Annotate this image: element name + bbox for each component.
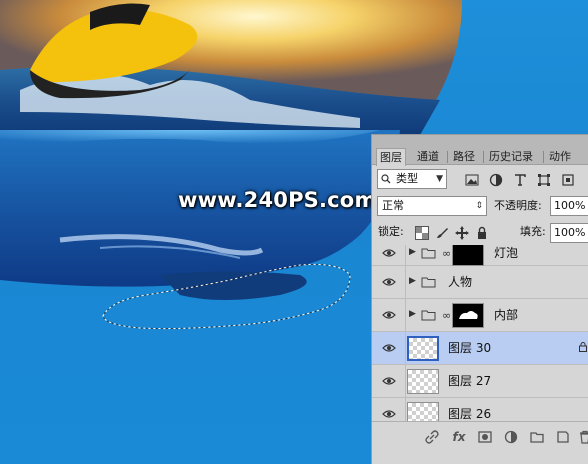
fill-label: 填充: <box>520 225 546 238</box>
filter-adjustment-icon[interactable] <box>489 173 503 187</box>
layer-row-30[interactable]: 图层 30 <box>372 332 588 365</box>
chain-link-icon: ∞ <box>442 247 452 260</box>
layer-thumbnail[interactable] <box>407 369 439 394</box>
panel-tab-bar: 图层 通道 路径 历史记录 动作 <box>372 135 588 166</box>
tab-channels[interactable]: 通道 <box>414 148 442 165</box>
layer-row-group-bulb[interactable]: ▶ ∞ 灯泡 <box>372 245 588 266</box>
layer-mask-thumbnail[interactable] <box>452 245 484 266</box>
expand-arrow-icon[interactable]: ▶ <box>409 276 416 286</box>
tab-layers[interactable]: 图层 <box>376 148 406 166</box>
layer-name: 图层 27 <box>448 374 492 388</box>
lock-transparent-pixels-icon[interactable] <box>415 226 429 240</box>
layer-thumbnail[interactable] <box>407 402 439 421</box>
tab-divider <box>543 151 544 163</box>
chain-link-icon: ∞ <box>442 309 452 322</box>
adjustment-layer-icon[interactable] <box>504 430 518 444</box>
filter-smart-object-icon[interactable] <box>561 173 575 187</box>
layer-row-27[interactable]: 图层 27 <box>372 365 588 398</box>
layer-name: 内部 <box>494 308 519 322</box>
fill-input[interactable]: 100% <box>550 223 588 243</box>
row-divider <box>405 245 406 266</box>
folder-icon <box>421 310 436 321</box>
group-folder-icon[interactable] <box>530 430 544 444</box>
trash-icon[interactable] <box>578 430 588 444</box>
visibility-eye-icon[interactable] <box>382 309 396 321</box>
folder-icon <box>421 248 436 259</box>
tab-actions[interactable]: 动作 <box>546 148 574 165</box>
layers-panel: 图层 通道 路径 历史记录 动作 类型 ▼ 正常 ⇕ 不透明度: 100% 锁定… <box>371 134 588 464</box>
tab-divider <box>447 151 448 163</box>
layer-filter-row: 类型 ▼ <box>372 167 588 195</box>
layer-name: 图层 30 <box>448 341 492 355</box>
layers-panel-footer: fx <box>372 421 588 464</box>
tab-divider <box>483 151 484 163</box>
chevron-down-icon: ▼ <box>436 174 443 184</box>
blend-mode-dropdown[interactable]: 正常 ⇕ <box>377 196 487 216</box>
lock-image-pixels-icon[interactable] <box>435 226 449 240</box>
layer-row-group-inner[interactable]: ▶ ∞ 内部 <box>372 299 588 332</box>
filter-pixel-icon[interactable] <box>465 173 479 187</box>
layer-row-group-person[interactable]: ▶ 人物 <box>372 266 588 299</box>
link-layers-icon[interactable] <box>425 430 439 444</box>
layer-row-26[interactable]: 图层 26 <box>372 398 588 421</box>
chevron-updown-icon: ⇕ <box>475 201 483 211</box>
opacity-input[interactable]: 100% <box>550 196 588 216</box>
opacity-label: 不透明度: <box>494 199 542 212</box>
row-divider <box>405 266 406 299</box>
layer-mask-thumbnail[interactable] <box>452 303 484 328</box>
layer-name: 人物 <box>448 275 473 289</box>
mask-shape <box>459 311 478 319</box>
layer-thumbnail[interactable] <box>407 336 439 361</box>
visibility-eye-icon[interactable] <box>382 247 396 259</box>
row-divider <box>405 332 406 365</box>
lock-position-icon[interactable] <box>455 226 469 240</box>
lock-label: 锁定: <box>378 225 404 238</box>
visibility-eye-icon[interactable] <box>382 342 396 354</box>
fx-icon[interactable]: fx <box>452 430 466 444</box>
visibility-eye-icon[interactable] <box>382 375 396 387</box>
blend-mode-value: 正常 <box>382 199 404 212</box>
lock-all-icon[interactable] <box>475 226 489 240</box>
expand-arrow-icon[interactable]: ▶ <box>409 309 416 319</box>
filter-shape-icon[interactable] <box>537 173 551 187</box>
add-mask-icon[interactable] <box>478 430 492 444</box>
new-layer-icon[interactable] <box>556 430 570 444</box>
filter-type-icon[interactable] <box>513 173 527 187</box>
tab-paths[interactable]: 路径 <box>450 148 478 165</box>
folder-icon <box>421 277 436 288</box>
filter-kind-dropdown[interactable]: 类型 ▼ <box>377 169 447 189</box>
row-divider <box>405 365 406 398</box>
watermark-text: www.240PS.com <box>178 188 377 212</box>
tab-history[interactable]: 历史记录 <box>486 148 536 165</box>
layer-list: ▶ ∞ 灯泡 ▶ 人物 ▶ ∞ 内部 图层 30 图层 27 图层 26 <box>372 245 588 421</box>
lock-icon <box>579 342 587 352</box>
row-divider <box>405 398 406 421</box>
blend-opacity-row: 正常 ⇕ 不透明度: 100% <box>372 194 588 222</box>
expand-arrow-icon[interactable]: ▶ <box>409 247 416 257</box>
layer-name: 图层 26 <box>448 407 492 421</box>
filter-kind-value: 类型 <box>396 172 418 185</box>
search-icon <box>381 174 391 184</box>
visibility-eye-icon[interactable] <box>382 408 396 420</box>
visibility-eye-icon[interactable] <box>382 276 396 288</box>
row-divider <box>405 299 406 332</box>
